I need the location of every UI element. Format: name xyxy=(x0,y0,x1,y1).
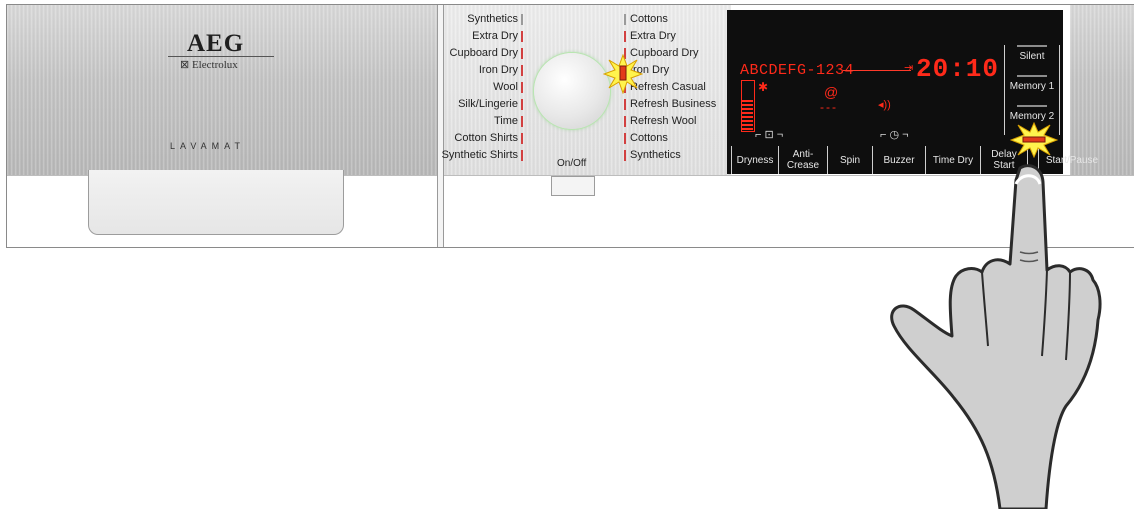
onoff-button[interactable] xyxy=(551,176,595,196)
program-label: Iron Dry xyxy=(478,64,518,76)
display-text: ABCDEFG-1234 xyxy=(740,62,855,79)
highlight-burst-icon xyxy=(603,54,643,94)
program-indicator xyxy=(521,48,523,59)
program-indicator xyxy=(624,99,626,110)
display-arrow xyxy=(843,70,911,71)
program-indicator xyxy=(624,31,626,42)
arrow-end-icon: ⇥ xyxy=(904,62,914,74)
asterisk-icon: ✱ xyxy=(758,80,769,94)
model-name: LAVAMAT xyxy=(170,141,246,151)
spin-icon: @ xyxy=(824,84,839,100)
program-label: Extra Dry xyxy=(630,30,676,42)
program-label: Iron Dry xyxy=(630,64,670,76)
silent-label: Silent xyxy=(1019,51,1045,62)
program-label: Synthetics xyxy=(630,149,681,161)
program-list-right: Cottons Extra Dry Cupboard Dry Iron Dry … xyxy=(630,11,726,164)
program-label: Cottons xyxy=(630,132,668,144)
program-indicator xyxy=(624,150,626,161)
start-highlight-burst-icon xyxy=(1010,122,1058,158)
indicator-bar xyxy=(1017,45,1047,47)
aeg-logo: AEG xyxy=(187,30,245,57)
anti-crease-button[interactable]: Anti- Crease xyxy=(778,146,827,174)
memory-1-label: Memory 1 xyxy=(1009,81,1055,92)
program-label: Time xyxy=(493,115,518,127)
buzzer-icon: ◂)) xyxy=(878,99,891,111)
program-list-left: Synthetics Extra Dry Cupboard Dry Iron D… xyxy=(440,11,518,164)
program-label: Synthetics xyxy=(467,13,518,25)
program-indicator xyxy=(521,116,523,127)
program-label: Cotton Shirts xyxy=(454,132,518,144)
logo-rule xyxy=(168,56,274,57)
spin-button[interactable]: Spin xyxy=(827,146,872,174)
electrolux-logo: ⊠ Electrolux xyxy=(180,59,238,71)
timer-icon: ⌐ ◷ ¬ xyxy=(880,129,909,141)
silent-button[interactable]: Silent xyxy=(1004,45,1060,75)
program-indicator xyxy=(521,31,523,42)
program-label: Cupboard Dry xyxy=(449,47,518,59)
program-indicator xyxy=(521,65,523,76)
program-indicator xyxy=(521,133,523,144)
program-selector-knob[interactable] xyxy=(534,53,610,129)
program-indicator xyxy=(521,82,523,93)
memory-2-label: Memory 2 xyxy=(1009,111,1055,122)
program-indicator xyxy=(624,116,626,127)
memory-1-button[interactable]: Memory 1 xyxy=(1004,75,1060,105)
program-label: Extra Dry xyxy=(472,30,518,42)
onoff-label: On/Off xyxy=(557,158,587,169)
spin-dashes: --- xyxy=(820,100,838,114)
dryness-level-fill xyxy=(742,100,753,130)
program-indicator xyxy=(521,99,523,110)
program-label: Refresh Business xyxy=(630,98,717,110)
program-indicator xyxy=(624,133,626,144)
program-label: Refresh Wool xyxy=(630,115,697,127)
program-indicator xyxy=(624,14,626,25)
dryness-button[interactable]: Dryness xyxy=(731,146,778,174)
detergent-drawer[interactable] xyxy=(88,170,344,235)
display-time: 20:10 xyxy=(916,54,1000,84)
program-label: Refresh Casual xyxy=(630,81,706,93)
program-indicator xyxy=(521,150,523,161)
program-label: Silk/Lingerie xyxy=(458,98,518,110)
pointing-hand-icon xyxy=(890,164,1102,509)
program-label: Cupboard Dry xyxy=(630,47,699,59)
program-label: Cottons xyxy=(630,13,668,25)
program-indicator xyxy=(521,14,523,25)
program-label: Synthetic Shirts xyxy=(441,149,518,161)
program-label: Wool xyxy=(493,81,518,93)
indicator-bar xyxy=(1017,105,1047,107)
child-lock-icon: ⌐ ⊡ ¬ xyxy=(755,129,784,141)
indicator-bar xyxy=(1017,75,1047,77)
